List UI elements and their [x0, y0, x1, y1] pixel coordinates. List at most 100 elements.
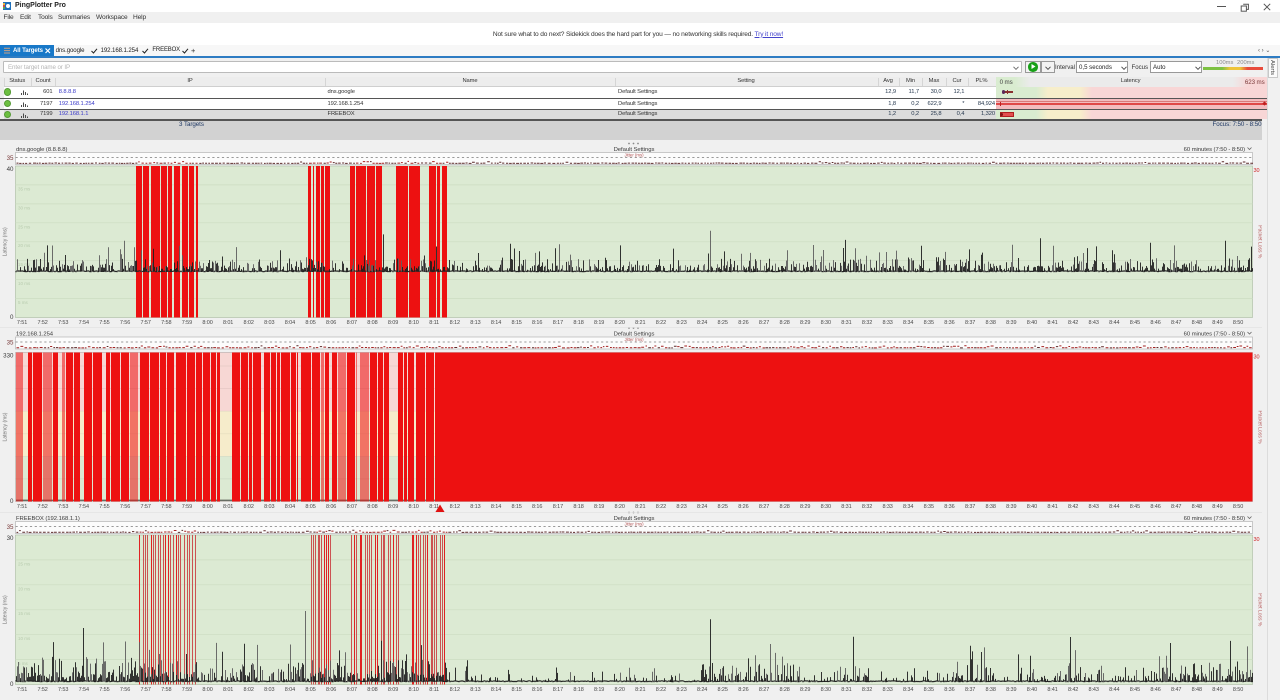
- svg-text:8:42: 8:42: [1068, 320, 1078, 326]
- svg-text:8:14: 8:14: [491, 687, 501, 693]
- svg-text:8:42: 8:42: [1068, 687, 1078, 693]
- svg-text:8:33: 8:33: [882, 687, 892, 693]
- svg-text:8:27: 8:27: [759, 320, 769, 326]
- svg-text:Packet Loss %: Packet Loss %: [1257, 225, 1263, 259]
- svg-text:8:19: 8:19: [594, 320, 604, 326]
- svg-text:8:32: 8:32: [862, 320, 872, 326]
- svg-text:7:58: 7:58: [161, 504, 171, 510]
- svg-text:8:28: 8:28: [779, 320, 789, 326]
- svg-text:8:21: 8:21: [635, 504, 645, 510]
- svg-text:8:27: 8:27: [759, 687, 769, 693]
- svg-text:8:42: 8:42: [1068, 504, 1078, 510]
- svg-text:7:54: 7:54: [79, 687, 89, 693]
- svg-text:8:15: 8:15: [511, 504, 521, 510]
- svg-text:8:30: 8:30: [821, 504, 831, 510]
- svg-text:8:49: 8:49: [1212, 504, 1222, 510]
- svg-text:8:37: 8:37: [965, 687, 975, 693]
- svg-text:8:29: 8:29: [800, 687, 810, 693]
- svg-text:7:54: 7:54: [79, 504, 89, 510]
- svg-text:5 ms: 5 ms: [18, 661, 29, 666]
- svg-text:8:21: 8:21: [635, 320, 645, 326]
- svg-text:8:14: 8:14: [491, 504, 501, 510]
- svg-text:8:47: 8:47: [1171, 320, 1181, 326]
- svg-text:8:29: 8:29: [800, 320, 810, 326]
- svg-text:8:40: 8:40: [1027, 687, 1037, 693]
- svg-text:8:00: 8:00: [202, 320, 212, 326]
- svg-text:35: 35: [7, 340, 14, 347]
- svg-text:8:08: 8:08: [367, 320, 377, 326]
- svg-text:35: 35: [7, 155, 14, 162]
- svg-text:8:35: 8:35: [924, 320, 934, 326]
- svg-text:8:17: 8:17: [553, 687, 563, 693]
- svg-text:7:51: 7:51: [17, 320, 27, 326]
- svg-text:8:47: 8:47: [1171, 687, 1181, 693]
- svg-text:7:53: 7:53: [58, 687, 68, 693]
- svg-text:5 ms: 5 ms: [18, 300, 29, 305]
- svg-text:8:40: 8:40: [1027, 320, 1037, 326]
- svg-text:8:06: 8:06: [326, 504, 336, 510]
- svg-text:15 ms: 15 ms: [18, 611, 31, 616]
- svg-text:8:22: 8:22: [656, 687, 666, 693]
- svg-text:8:13: 8:13: [470, 687, 480, 693]
- svg-text:FREEBOX (192.168.1.1): FREEBOX (192.168.1.1): [16, 516, 80, 522]
- svg-text:8:11: 8:11: [429, 320, 439, 326]
- svg-text:8:34: 8:34: [903, 320, 913, 326]
- svg-text:192.168.1.254: 192.168.1.254: [16, 332, 54, 338]
- svg-text:8:01: 8:01: [223, 687, 233, 693]
- svg-text:8:19: 8:19: [594, 504, 604, 510]
- svg-text:7:58: 7:58: [161, 320, 171, 326]
- svg-text:20 ms: 20 ms: [18, 243, 31, 248]
- svg-text:8:12: 8:12: [450, 504, 460, 510]
- svg-text:8:26: 8:26: [738, 320, 748, 326]
- svg-text:8:43: 8:43: [1089, 504, 1099, 510]
- svg-text:8:04: 8:04: [285, 504, 295, 510]
- svg-text:7:56: 7:56: [120, 320, 130, 326]
- svg-text:8:50: 8:50: [1233, 687, 1243, 693]
- svg-text:8:33: 8:33: [882, 320, 892, 326]
- svg-text:8:15: 8:15: [511, 687, 521, 693]
- svg-text:8:10: 8:10: [408, 320, 418, 326]
- svg-text:8:03: 8:03: [264, 687, 274, 693]
- svg-text:8:35: 8:35: [924, 687, 934, 693]
- svg-text:25 ms: 25 ms: [18, 561, 31, 566]
- svg-text:8:18: 8:18: [573, 320, 583, 326]
- svg-text:8:41: 8:41: [1047, 504, 1057, 510]
- svg-text:8:45: 8:45: [1130, 504, 1140, 510]
- svg-text:8:25: 8:25: [718, 504, 728, 510]
- svg-text:8:10: 8:10: [408, 687, 418, 693]
- svg-text:7:57: 7:57: [141, 320, 151, 326]
- svg-text:8:05: 8:05: [305, 504, 315, 510]
- svg-text:8:14: 8:14: [491, 320, 501, 326]
- svg-text:7:56: 7:56: [120, 504, 130, 510]
- svg-text:8:09: 8:09: [388, 504, 398, 510]
- svg-text:8:02: 8:02: [244, 504, 254, 510]
- svg-text:8:02: 8:02: [244, 687, 254, 693]
- svg-text:8:31: 8:31: [841, 687, 851, 693]
- svg-text:8:29: 8:29: [800, 504, 810, 510]
- svg-text:8:34: 8:34: [903, 504, 913, 510]
- svg-text:8:19: 8:19: [594, 687, 604, 693]
- svg-text:30: 30: [1254, 168, 1260, 174]
- svg-text:8:24: 8:24: [697, 320, 707, 326]
- svg-text:0: 0: [10, 498, 14, 505]
- svg-text:7:56: 7:56: [120, 687, 130, 693]
- svg-text:8:48: 8:48: [1192, 320, 1202, 326]
- svg-text:8:23: 8:23: [676, 687, 686, 693]
- svg-text:8:25: 8:25: [718, 320, 728, 326]
- svg-text:8:04: 8:04: [285, 687, 295, 693]
- svg-text:8:20: 8:20: [615, 687, 625, 693]
- svg-text:8:37: 8:37: [965, 504, 975, 510]
- svg-text:8:28: 8:28: [779, 687, 789, 693]
- svg-text:8:00: 8:00: [202, 687, 212, 693]
- svg-text:40: 40: [7, 166, 14, 173]
- svg-text:0: 0: [10, 681, 14, 688]
- svg-text:8:18: 8:18: [573, 687, 583, 693]
- svg-text:8:12: 8:12: [450, 687, 460, 693]
- svg-text:8:47: 8:47: [1171, 504, 1181, 510]
- svg-text:8:07: 8:07: [347, 320, 357, 326]
- svg-text:dns.google (8.8.8.8): dns.google (8.8.8.8): [16, 147, 67, 153]
- svg-text:8:13: 8:13: [470, 504, 480, 510]
- svg-text:60 minutes (7:50 - 8:50): 60 minutes (7:50 - 8:50): [1184, 516, 1245, 522]
- svg-text:8:40: 8:40: [1027, 504, 1037, 510]
- svg-text:8:16: 8:16: [532, 320, 542, 326]
